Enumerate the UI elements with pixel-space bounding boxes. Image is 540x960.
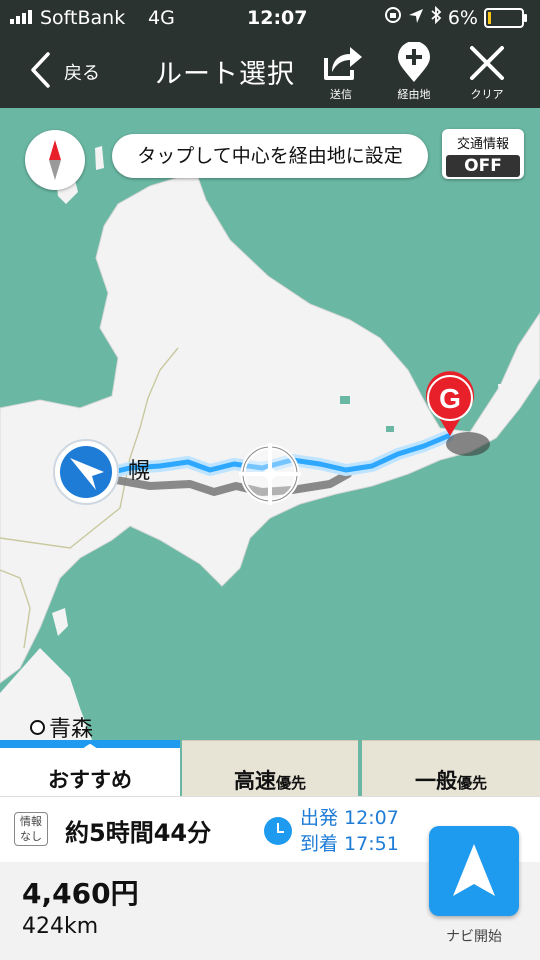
traffic-info-toggle[interactable]: 交通情報 OFF	[442, 129, 524, 179]
waypoint-button[interactable]: 経由地	[383, 42, 445, 102]
start-navigation-label: ナビ開始	[446, 929, 502, 945]
tab-general-suffix: 優先	[456, 774, 487, 792]
page-title: ルート選択	[155, 59, 295, 90]
signal-strength-icon	[10, 10, 32, 24]
current-location-icon	[53, 439, 119, 505]
goal-label: G	[439, 383, 461, 414]
tab-general-label: 一般	[414, 769, 457, 793]
compass-button[interactable]	[25, 130, 85, 190]
close-icon	[456, 42, 518, 84]
waypoint-hint: タップして中心を経由地に設定	[112, 134, 428, 178]
tab-recommended[interactable]: おすすめ	[0, 740, 180, 796]
route-duration: 約5時間44分	[65, 819, 212, 847]
back-button[interactable]: 戻る	[30, 50, 100, 94]
traffic-info-state: OFF	[446, 155, 520, 177]
aomori-text: 青森	[49, 717, 94, 740]
waypoint-label: 経由地	[397, 88, 431, 101]
back-label: 戻る	[64, 63, 100, 84]
route-distance: 424km	[22, 914, 99, 939]
bluetooth-icon	[430, 5, 442, 29]
add-waypoint-icon	[383, 42, 445, 84]
city-label-sapporo: 幌	[128, 459, 151, 484]
compass-icon	[49, 140, 61, 180]
carrier-name: SoftBank	[40, 7, 126, 29]
chevron-left-icon	[30, 52, 50, 92]
location-arrow-icon	[408, 7, 424, 29]
start-navigation-button[interactable]	[429, 826, 519, 916]
battery-icon	[484, 7, 527, 28]
clear-label: クリア	[470, 88, 504, 101]
route-map[interactable]: G タップして中心を経由地に設定 交通情報 OFF 幌 青森	[0, 108, 540, 740]
depart-time: 出発 12:07	[300, 807, 399, 829]
tab-recommended-label: おすすめ	[48, 768, 132, 792]
status-time: 12:07	[247, 7, 308, 29]
city-dot-icon	[30, 719, 45, 735]
send-label: 送信	[330, 88, 352, 101]
route-times: 出発 12:07 到着 17:51	[300, 805, 399, 857]
tab-highway[interactable]: 高速優先	[182, 740, 358, 797]
network-type: 4G	[148, 7, 175, 29]
orientation-lock-icon	[384, 6, 402, 29]
clock-icon	[264, 817, 292, 845]
traffic-info-badge: 情報なし	[14, 812, 48, 846]
island	[498, 384, 512, 410]
map-canvas: G	[0, 108, 540, 740]
status-bar: SoftBank 4G 12:07 6%	[0, 0, 540, 36]
clear-button[interactable]: クリア	[456, 42, 518, 102]
tab-general-road[interactable]: 一般優先	[362, 740, 540, 797]
arrive-time: 到着 17:51	[300, 833, 399, 855]
lake	[340, 396, 350, 404]
lake	[386, 426, 394, 432]
send-button[interactable]: 送信	[310, 42, 372, 102]
tab-highway-label: 高速	[233, 769, 276, 793]
battery-percent: 6%	[447, 6, 478, 29]
tab-highway-suffix: 優先	[275, 774, 306, 792]
route-type-tabs: おすすめ 高速優先 一般優先	[0, 740, 540, 797]
chevron-up-icon	[73, 744, 107, 758]
share-icon	[310, 42, 372, 84]
city-label-aomori: 青森	[30, 711, 93, 740]
toll-price: 4,460円	[22, 877, 139, 910]
route-header: 戻る ルート選択 送信 経由地 クリア	[0, 36, 540, 108]
navigation-arrow-icon	[453, 844, 495, 896]
traffic-info-label: 交通情報	[456, 137, 509, 152]
goal-shadow	[446, 432, 490, 456]
